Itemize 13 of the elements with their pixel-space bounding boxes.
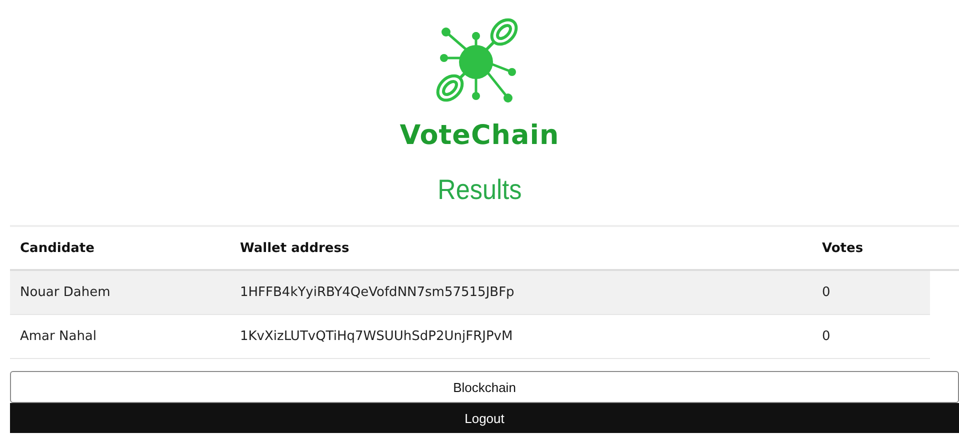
column-header: Wallet address: [239, 240, 350, 256]
brand-name: VoteChain: [400, 120, 560, 152]
column-header: Votes: [821, 240, 864, 256]
page-title: Results: [437, 174, 522, 206]
blockchain-button[interactable]: Blockchain: [10, 371, 959, 403]
wallet-cell-text: 1KvXizLUTvQTiHq7WSUUhSdP2UnjFRJPvM: [239, 329, 514, 344]
candidate-cell-text: Amar Nahal: [19, 329, 98, 344]
column-header: Candidate: [19, 240, 96, 256]
candidate-cell-text: Nouar Dahem: [19, 285, 112, 300]
votes-cell-text: 0: [821, 329, 832, 344]
wallet-cell-text: 1HFFB4kYyiRBY4QeVofdNN7sm57515JBFp: [239, 285, 516, 300]
logout-button[interactable]: Logout: [10, 403, 959, 433]
votes-cell-text: 0: [821, 285, 832, 300]
